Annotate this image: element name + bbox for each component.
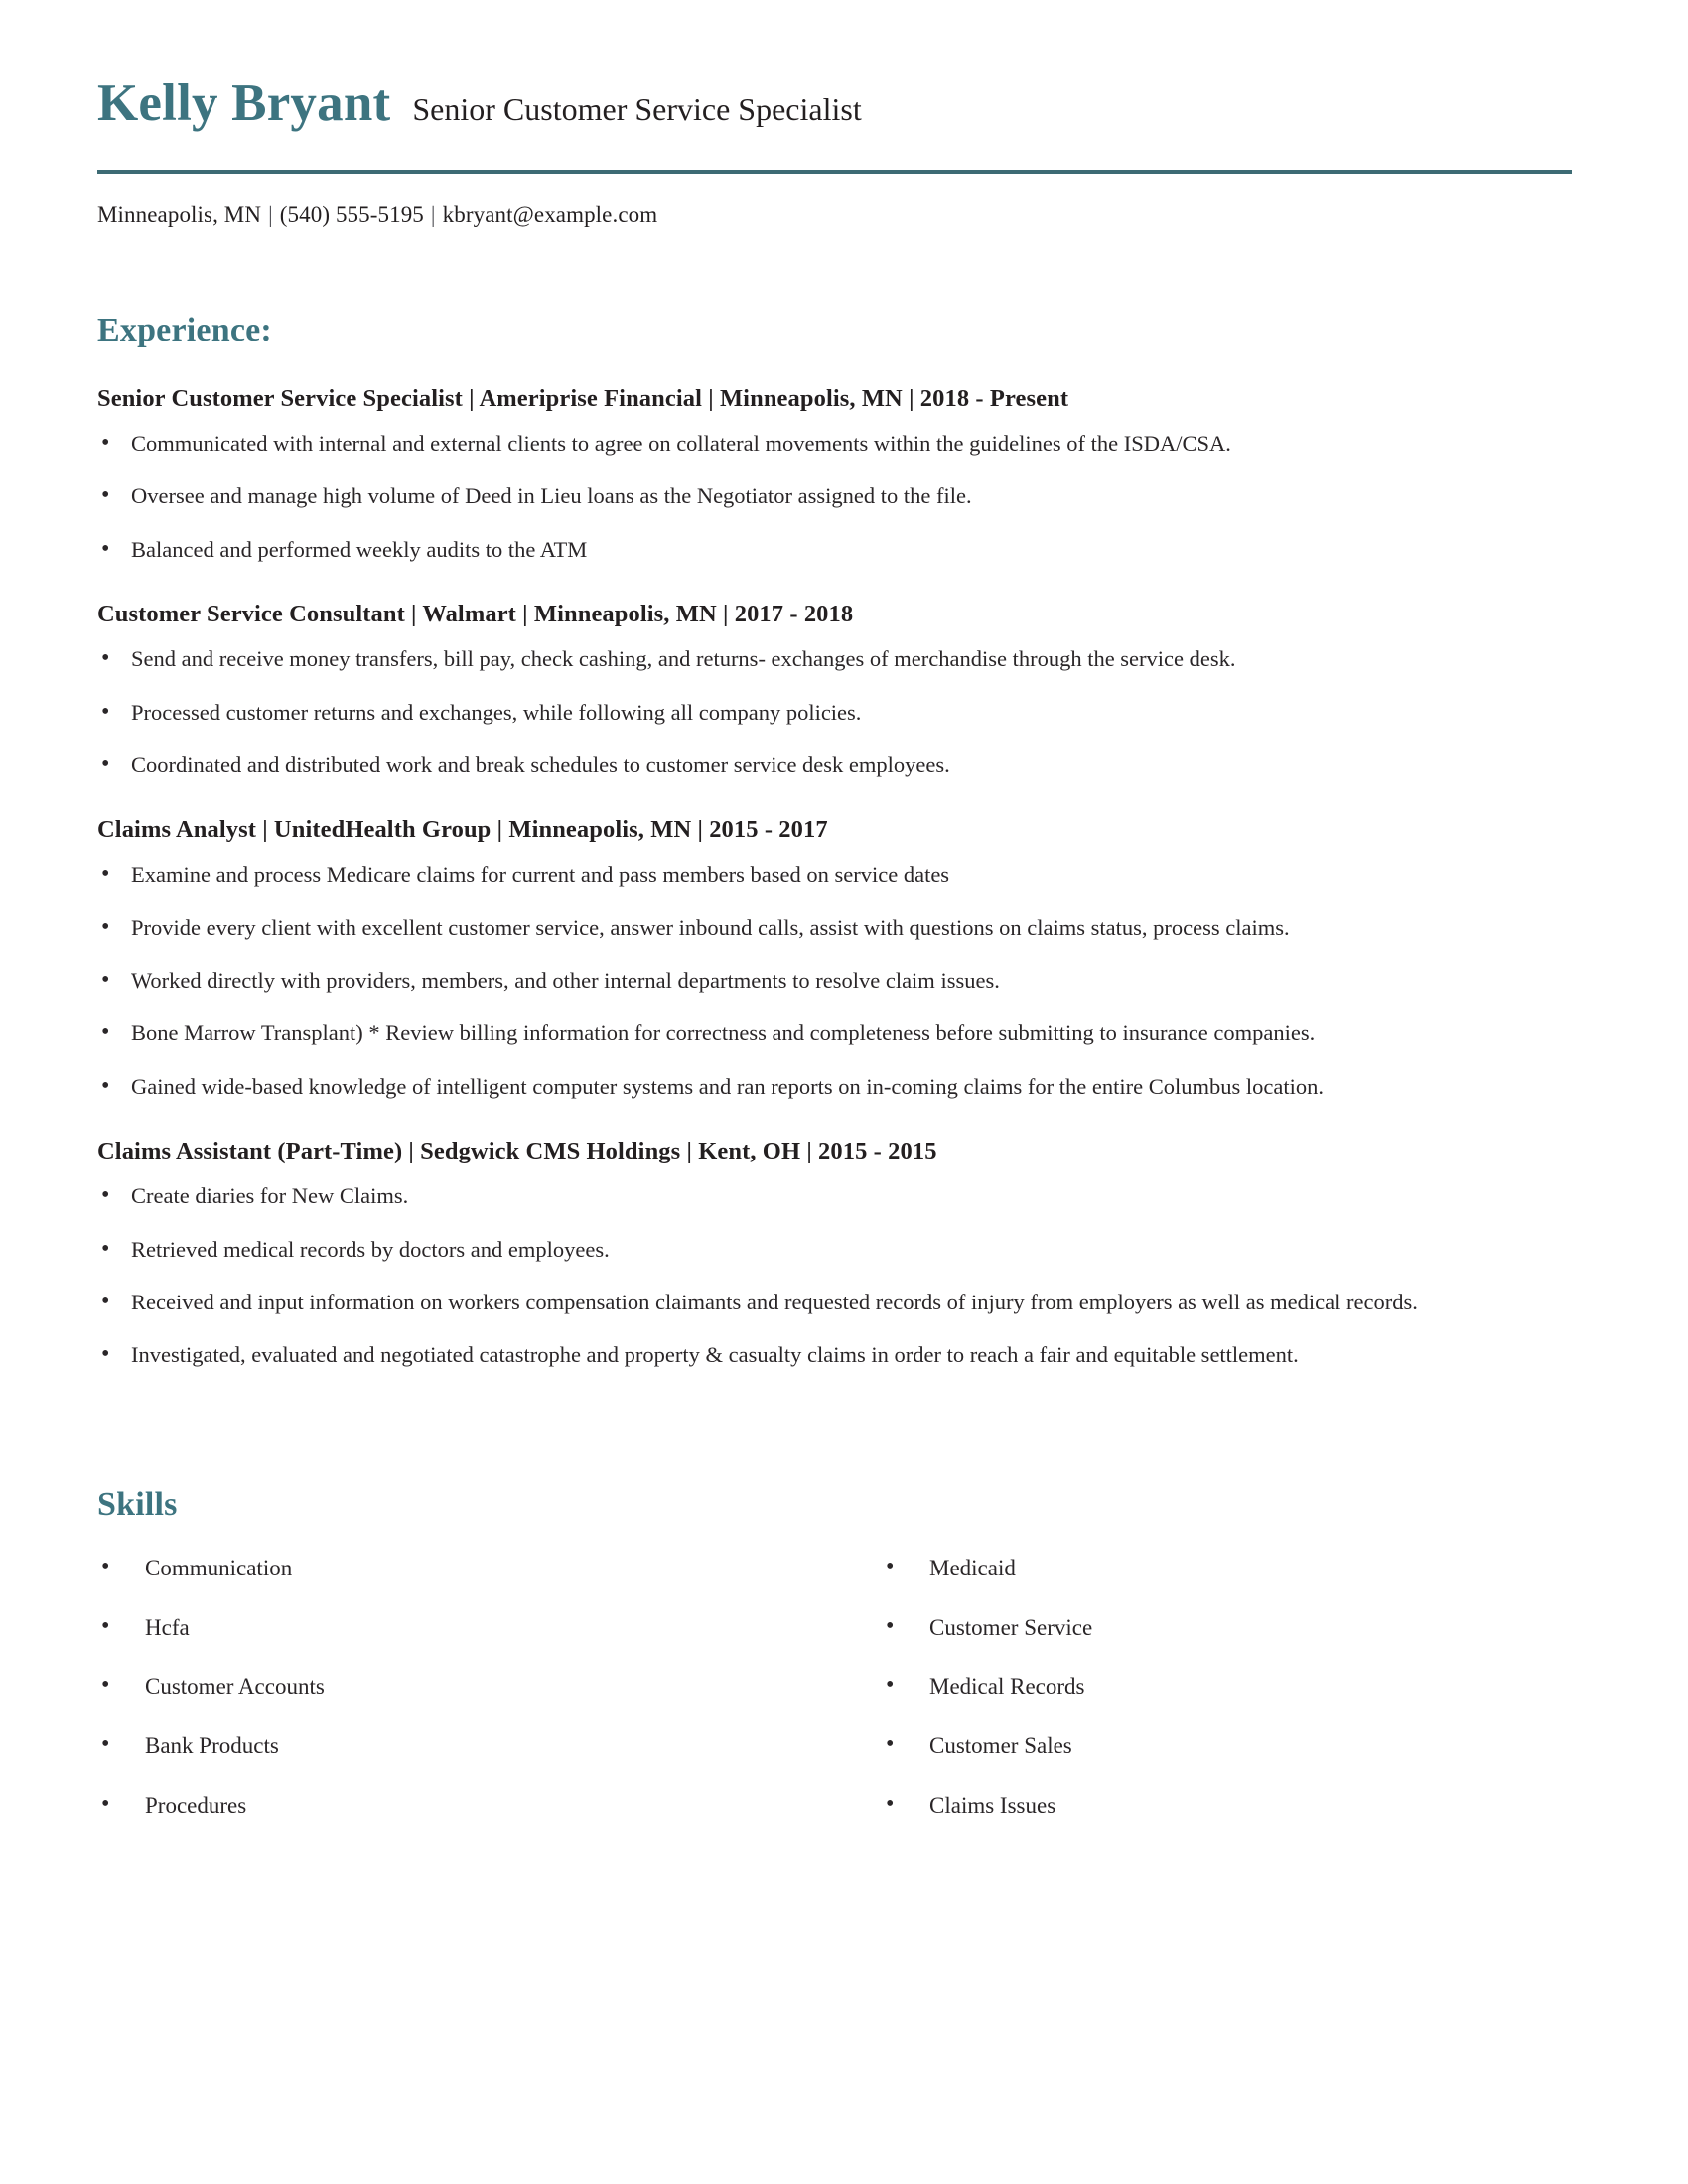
skill-item: Bank Products [97, 1729, 844, 1761]
experience-entry: Claims Analyst | UnitedHealth Group | Mi… [97, 816, 1591, 1102]
experience-bullet: Provide every client with excellent cust… [97, 911, 1591, 944]
experience-section: Experience: Senior Customer Service Spec… [97, 312, 1591, 1371]
skills-list-right: Medicaid Customer Service Medical Record… [882, 1552, 1591, 1821]
skill-item: Customer Accounts [97, 1670, 844, 1702]
skills-column-left: Communication Hcfa Customer Accounts Ban… [97, 1552, 844, 1821]
experience-bullet: Create diaries for New Claims. [97, 1179, 1591, 1212]
experience-entry-heading: Claims Analyst | UnitedHealth Group | Mi… [97, 816, 828, 844]
experience-bullet: Oversee and manage high volume of Deed i… [97, 479, 1591, 512]
contact-line: Minneapolis, MN | (540) 555-5195 | kbryant@e… [97, 203, 1591, 228]
experience-bullet: Investigated, evaluated and negotiated c… [97, 1338, 1591, 1371]
skills-columns: Communication Hcfa Customer Accounts Ban… [97, 1552, 1591, 1821]
experience-bullet: Balanced and performed weekly audits to … [97, 533, 1591, 566]
experience-entry: Claims Assistant (Part-Time) | Sedgwick … [97, 1138, 1591, 1371]
experience-bullet-list: Send and receive money transfers, bill p… [97, 642, 1591, 781]
skill-item: Medical Records [882, 1670, 1591, 1702]
experience-bullet: Worked directly with providers, members,… [97, 964, 1591, 997]
experience-bullet-list: Create diaries for New Claims. Retrieved… [97, 1179, 1591, 1371]
experience-bullet-list: Examine and process Medicare claims for … [97, 858, 1591, 1103]
experience-bullet: Send and receive money transfers, bill p… [97, 642, 1591, 675]
contact-phone: (540) 555-5195 [279, 203, 424, 227]
experience-entry-heading: Customer Service Consultant | Walmart | … [97, 601, 854, 628]
experience-entry: Senior Customer Service Specialist | Ame… [97, 385, 1591, 566]
experience-bullet: Coordinated and distributed work and bre… [97, 749, 1591, 781]
experience-bullet: Gained wide-based knowledge of intellige… [97, 1070, 1591, 1103]
skill-item: Customer Service [882, 1611, 1591, 1643]
resume-header: Kelly Bryant Senior Customer Service Spe… [97, 0, 1591, 228]
experience-section-title: Experience: [97, 312, 272, 348]
experience-bullet: Processed customer returns and exchanges… [97, 695, 1591, 728]
candidate-name: Kelly Bryant [97, 74, 391, 132]
header-divider [97, 170, 1572, 174]
skill-item: Communication [97, 1552, 844, 1583]
name-and-title: Kelly Bryant Senior Customer Service Spe… [97, 77, 1591, 130]
skills-section: Skills Communication Hcfa Customer Accou… [97, 1486, 1591, 1821]
skill-item: Hcfa [97, 1611, 844, 1643]
contact-email[interactable]: kbryant@example.com [443, 203, 658, 227]
skill-item: Claims Issues [882, 1789, 1591, 1821]
skill-item: Procedures [97, 1789, 844, 1821]
contact-separator: | [430, 203, 436, 227]
contact-location: Minneapolis, MN [97, 203, 262, 227]
experience-bullet: Communicated with internal and external … [97, 427, 1591, 460]
skill-item: Medicaid [882, 1552, 1591, 1583]
experience-bullet: Received and input information on worker… [97, 1286, 1591, 1318]
experience-bullet-list: Communicated with internal and external … [97, 427, 1591, 566]
experience-entry: Customer Service Consultant | Walmart | … [97, 601, 1591, 781]
experience-bullet: Retrieved medical records by doctors and… [97, 1232, 1591, 1265]
experience-entry-heading: Senior Customer Service Specialist | Ame… [97, 385, 1069, 412]
experience-entry-heading: Claims Assistant (Part-Time) | Sedgwick … [97, 1138, 937, 1165]
skills-list-left: Communication Hcfa Customer Accounts Ban… [97, 1552, 844, 1821]
skills-column-right: Medicaid Customer Service Medical Record… [844, 1552, 1591, 1821]
skills-section-title: Skills [97, 1485, 178, 1523]
skill-item: Customer Sales [882, 1729, 1591, 1761]
experience-bullet: Bone Marrow Transplant) * Review billing… [97, 1017, 1591, 1049]
experience-bullet: Examine and process Medicare claims for … [97, 858, 1591, 890]
contact-separator: | [268, 203, 273, 227]
resume-page: Kelly Bryant Senior Customer Service Spe… [0, 0, 1688, 2184]
candidate-job-title: Senior Customer Service Specialist [412, 91, 862, 127]
